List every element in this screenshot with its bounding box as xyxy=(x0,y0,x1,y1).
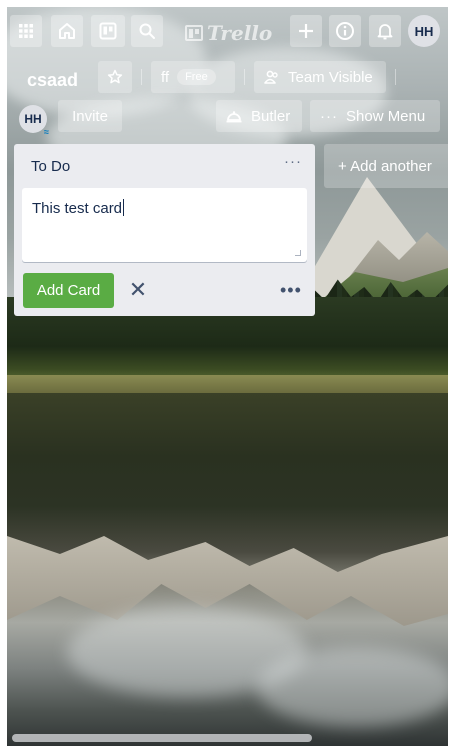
member-avatar[interactable]: HH ≈ xyxy=(19,105,49,137)
visibility-button[interactable]: Team Visible xyxy=(254,61,386,93)
star-button[interactable] xyxy=(98,61,132,93)
info-icon xyxy=(336,22,354,40)
user-avatar[interactable]: HH xyxy=(408,15,440,47)
show-menu-button[interactable]: ··· Show Menu xyxy=(310,100,440,132)
search-button[interactable] xyxy=(131,15,163,47)
show-menu-label: Show Menu xyxy=(346,107,426,125)
info-button[interactable] xyxy=(329,15,361,47)
member-initials: HH xyxy=(24,112,42,126)
top-navigation: Trello HH xyxy=(7,10,448,50)
apps-button[interactable] xyxy=(10,15,42,47)
divider xyxy=(244,69,245,85)
apps-grid-icon xyxy=(19,24,33,38)
add-another-list-button[interactable]: + Add another xyxy=(324,144,448,188)
home-button[interactable] xyxy=(51,15,83,47)
more-icon: ··· xyxy=(320,107,338,125)
divider xyxy=(141,69,142,85)
butler-icon xyxy=(226,111,242,123)
butler-label: Butler xyxy=(251,107,291,125)
notifications-button[interactable] xyxy=(369,15,401,47)
card-composer-textarea[interactable]: This test card xyxy=(22,188,307,262)
list-menu-button[interactable]: ··· xyxy=(284,153,302,170)
horizontal-scrollbar[interactable] xyxy=(12,734,312,742)
plan-badge: Free xyxy=(177,69,216,85)
board-viewport: Trello HH csaad ff Free Team Visible HH … xyxy=(7,7,448,746)
boards-button[interactable] xyxy=(91,15,125,47)
list-title[interactable]: To Do xyxy=(31,158,70,175)
team-icon xyxy=(264,70,278,84)
text-caret xyxy=(123,199,125,216)
avatar-initials: HH xyxy=(414,23,434,39)
admin-chevron-icon: ≈ xyxy=(44,127,49,137)
add-card-label: Add Card xyxy=(36,282,101,299)
plus-icon xyxy=(299,24,313,38)
invite-button[interactable]: Invite xyxy=(58,100,122,132)
resize-handle-icon[interactable] xyxy=(295,250,301,256)
team-button[interactable]: ff Free xyxy=(151,61,235,93)
logo-text: Trello xyxy=(207,21,273,45)
divider xyxy=(395,69,396,85)
board-name: csaad xyxy=(27,69,79,90)
create-button[interactable] xyxy=(290,15,322,47)
add-another-label: + Add another xyxy=(338,157,432,175)
butler-button[interactable]: Butler xyxy=(216,100,302,132)
invite-label: Invite xyxy=(72,107,108,125)
cloud-reflection xyxy=(257,647,448,727)
trello-logo[interactable]: Trello xyxy=(185,21,272,45)
bell-icon xyxy=(377,24,393,40)
list-to-do[interactable]: To Do ··· This test card Add Card ✕ ••• xyxy=(14,144,315,316)
close-icon[interactable]: ✕ xyxy=(127,277,149,302)
team-name: ff xyxy=(161,68,170,86)
shoreline xyxy=(7,375,448,393)
visibility-label: Team Visible xyxy=(288,68,373,86)
card-composer-text: This test card xyxy=(32,199,125,217)
star-icon xyxy=(107,69,123,84)
card-options-button[interactable]: ••• xyxy=(280,280,302,301)
board-title[interactable]: csaad xyxy=(19,64,86,96)
card-composer-value: This test card xyxy=(32,200,123,217)
boards-icon xyxy=(99,22,117,40)
trello-logo-icon xyxy=(185,25,203,41)
home-icon xyxy=(59,23,75,39)
add-card-button[interactable]: Add Card xyxy=(23,273,114,308)
search-icon xyxy=(139,23,155,39)
